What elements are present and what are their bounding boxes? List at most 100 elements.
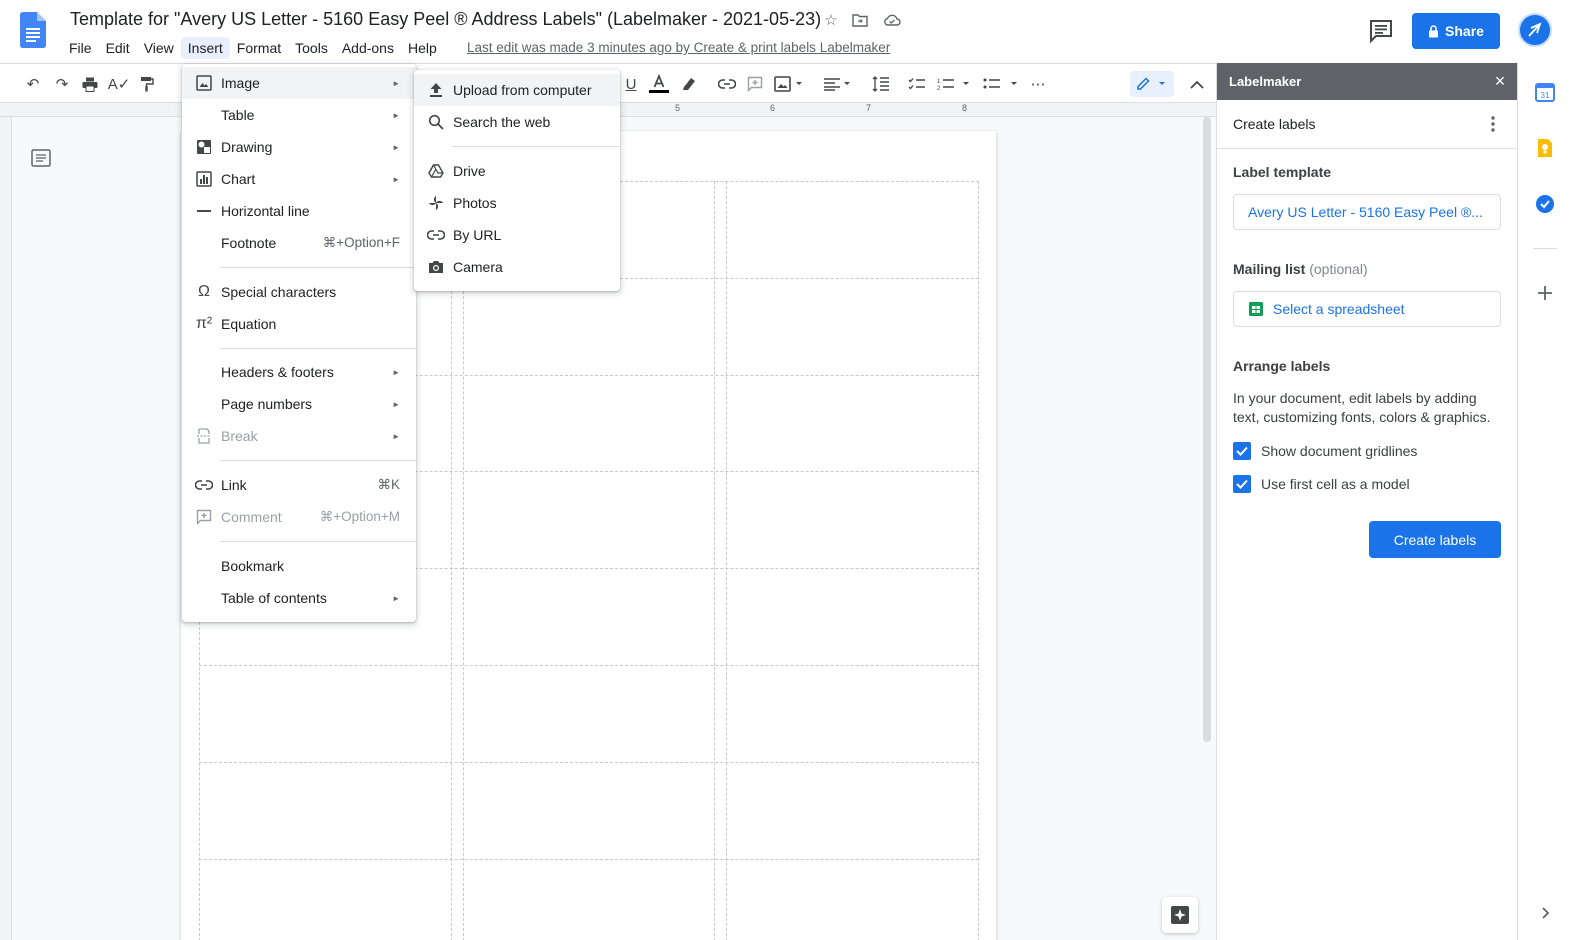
menu-item-image[interactable]: Image ► xyxy=(182,67,416,99)
menu-item-link[interactable]: Link ⌘K xyxy=(182,469,416,501)
close-icon[interactable]: × xyxy=(1491,72,1509,90)
insert-image-icon[interactable] xyxy=(772,73,806,95)
show-gridlines-row[interactable]: Show document gridlines xyxy=(1233,441,1417,461)
menu-item-label: Drawing xyxy=(221,139,273,155)
menu-divider xyxy=(452,146,620,147)
menu-add-ons[interactable]: Add-ons xyxy=(335,37,401,59)
menu-view[interactable]: View xyxy=(137,37,181,59)
svg-text:1: 1 xyxy=(937,79,941,85)
submenu-item-camera[interactable]: Camera xyxy=(414,251,620,283)
shortcut-text: ⌘+Option+F xyxy=(322,235,400,250)
shortcut-text: ⌘K xyxy=(377,477,400,492)
omega-icon: Ω xyxy=(198,283,210,300)
submenu-item-photos[interactable]: Photos xyxy=(414,187,620,219)
menu-item-bookmark[interactable]: Bookmark xyxy=(182,550,416,582)
vertical-scrollbar[interactable] xyxy=(1203,117,1211,742)
use-first-cell-row[interactable]: Use first cell as a model xyxy=(1233,474,1410,494)
create-labels-button[interactable]: Create labels xyxy=(1369,521,1501,558)
select-spreadsheet-button[interactable]: Select a spreadsheet xyxy=(1233,291,1501,327)
move-folder-icon[interactable] xyxy=(850,10,870,30)
drive-icon xyxy=(426,161,446,181)
submenu-item-drive[interactable]: Drive xyxy=(414,155,620,187)
menu-edit[interactable]: Edit xyxy=(99,37,137,59)
numbered-list-icon[interactable]: 12 xyxy=(936,73,972,95)
menu-item-equation[interactable]: π² Equation xyxy=(182,308,416,340)
ruler-number: 8 xyxy=(962,103,968,113)
add-icon[interactable] xyxy=(1535,283,1555,303)
menu-item-table-of-contents[interactable]: Table of contents ► xyxy=(182,582,416,614)
insert-link-icon[interactable] xyxy=(716,73,738,95)
more-vert-icon[interactable] xyxy=(1483,113,1503,135)
menu-item-page-numbers[interactable]: Page numbers ► xyxy=(182,388,416,420)
add-comment-icon[interactable] xyxy=(744,73,766,95)
camera-icon xyxy=(426,257,446,277)
checkmark-icon xyxy=(1236,479,1248,489)
text-color-icon[interactable] xyxy=(648,73,670,95)
checklist-icon[interactable] xyxy=(906,73,928,95)
redo-icon[interactable]: ↷ xyxy=(51,73,73,95)
labelmaker-side-panel: Labelmaker × Create labels Label templat… xyxy=(1216,63,1517,940)
break-icon xyxy=(194,426,214,446)
menu-tools[interactable]: Tools xyxy=(288,37,335,59)
side-panel-rail: 31 xyxy=(1517,63,1570,940)
underline-icon[interactable]: U xyxy=(620,73,642,95)
label-gridline xyxy=(726,181,727,940)
insert-menu: Image ► Table ► Drawing ► Chart ► Horizo… xyxy=(182,64,416,622)
svg-text:31: 31 xyxy=(1541,91,1550,100)
menu-item-drawing[interactable]: Drawing ► xyxy=(182,131,416,163)
undo-icon[interactable]: ↶ xyxy=(22,73,44,95)
print-icon[interactable] xyxy=(79,73,101,95)
star-icon[interactable]: ☆ xyxy=(821,10,841,30)
menu-file[interactable]: File xyxy=(62,37,99,59)
submenu-arrow-icon: ► xyxy=(392,431,400,441)
line-spacing-icon[interactable] xyxy=(870,73,892,95)
paint-format-icon[interactable] xyxy=(136,73,158,95)
ruler-number: 5 xyxy=(675,103,681,113)
menu-item-table[interactable]: Table ► xyxy=(182,99,416,131)
show-gridlines-checkbox[interactable] xyxy=(1233,442,1251,460)
account-avatar[interactable] xyxy=(1518,13,1552,47)
submenu-item-upload[interactable]: Upload from computer xyxy=(414,74,620,106)
use-first-cell-checkbox[interactable] xyxy=(1233,475,1251,493)
chevron-right-icon[interactable] xyxy=(1535,903,1555,923)
vertical-ruler[interactable] xyxy=(0,117,12,940)
bulleted-list-icon[interactable] xyxy=(982,73,1020,95)
comment-icon xyxy=(194,507,214,527)
align-icon[interactable] xyxy=(822,73,854,95)
menu-item-label: Special characters xyxy=(221,284,337,300)
explore-button[interactable] xyxy=(1162,897,1198,933)
label-template-selector[interactable]: Avery US Letter - 5160 Easy Peel ®... xyxy=(1233,194,1501,230)
menu-item-footnote[interactable]: Footnote ⌘+Option+F xyxy=(182,227,416,259)
editing-mode-icon[interactable] xyxy=(1130,71,1174,97)
collapse-toolbar-icon[interactable] xyxy=(1186,73,1208,95)
menu-item-label: Headers & footers xyxy=(221,364,334,380)
search-icon xyxy=(426,112,446,132)
comment-history-icon[interactable] xyxy=(1368,18,1394,44)
menu-help[interactable]: Help xyxy=(401,37,444,59)
document-title[interactable]: Template for "Avery US Letter - 5160 Eas… xyxy=(70,9,821,30)
label-gridline xyxy=(199,665,979,666)
menu-format[interactable]: Format xyxy=(230,37,288,59)
arrange-labels-heading: Arrange labels xyxy=(1233,358,1331,374)
share-button[interactable]: Share xyxy=(1412,13,1500,49)
last-edit-link[interactable]: Last edit was made 3 minutes ago by Crea… xyxy=(467,40,890,55)
app-header: Template for "Avery US Letter - 5160 Eas… xyxy=(0,0,1570,64)
menu-item-headers-footers[interactable]: Headers & footers ► xyxy=(182,356,416,388)
keep-icon[interactable] xyxy=(1535,138,1555,158)
tasks-icon[interactable] xyxy=(1535,194,1555,214)
highlight-icon[interactable] xyxy=(678,73,700,95)
submenu-item-by-url[interactable]: By URL xyxy=(414,219,620,251)
mailing-list-label: Mailing list xyxy=(1233,261,1306,277)
menu-divider xyxy=(220,348,416,349)
docs-logo-icon[interactable] xyxy=(20,12,46,48)
more-options-icon[interactable]: ⋯ xyxy=(1027,73,1049,95)
calendar-icon[interactable]: 31 xyxy=(1535,82,1555,102)
menu-item-chart[interactable]: Chart ► xyxy=(182,163,416,195)
menu-item-horizontal-line[interactable]: Horizontal line xyxy=(182,195,416,227)
menu-item-special-characters[interactable]: Ω Special characters xyxy=(182,276,416,308)
submenu-item-search-web[interactable]: Search the web xyxy=(414,106,620,138)
cloud-status-icon[interactable] xyxy=(882,10,902,30)
document-outline-icon[interactable] xyxy=(30,147,52,169)
spellcheck-icon[interactable]: A✓ xyxy=(108,73,131,95)
menu-insert[interactable]: Insert xyxy=(180,37,230,59)
